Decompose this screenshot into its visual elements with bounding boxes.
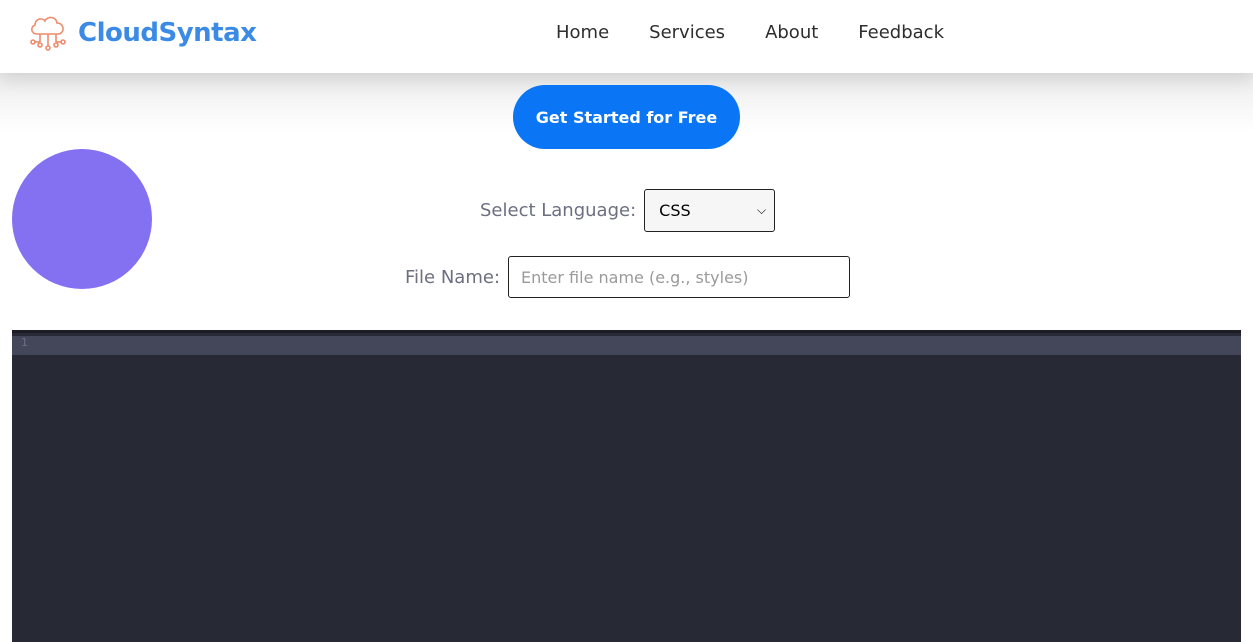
code-editor[interactable]: 1 <box>12 330 1241 642</box>
nav-home[interactable]: Home <box>556 20 609 46</box>
chevron-down-icon: ⌵ <box>757 203 767 217</box>
nav-services[interactable]: Services <box>649 20 725 46</box>
file-name-input[interactable] <box>508 256 851 298</box>
file-name-row: File Name: <box>405 256 851 298</box>
nav-about[interactable]: About <box>765 20 818 46</box>
brand-name: CloudSyntax <box>78 18 257 48</box>
language-select[interactable]: CSS ⌵ <box>644 189 776 232</box>
nav-feedback[interactable]: Feedback <box>858 20 944 46</box>
line-number: 1 <box>21 336 28 349</box>
decorative-circle <box>12 149 152 289</box>
file-name-label: File Name: <box>405 266 501 288</box>
main-nav: Home Services About Feedback <box>556 20 944 46</box>
navbar: CloudSyntax Home Services About Feedback <box>0 0 1253 73</box>
language-row: Select Language: CSS ⌵ <box>480 189 776 232</box>
cloud-network-icon <box>28 14 68 52</box>
language-selected-value: CSS <box>659 201 691 220</box>
language-label: Select Language: <box>480 200 637 221</box>
get-started-button[interactable]: Get Started for Free <box>513 85 740 149</box>
logo[interactable]: CloudSyntax <box>28 13 257 53</box>
active-line-highlight <box>12 336 1241 355</box>
